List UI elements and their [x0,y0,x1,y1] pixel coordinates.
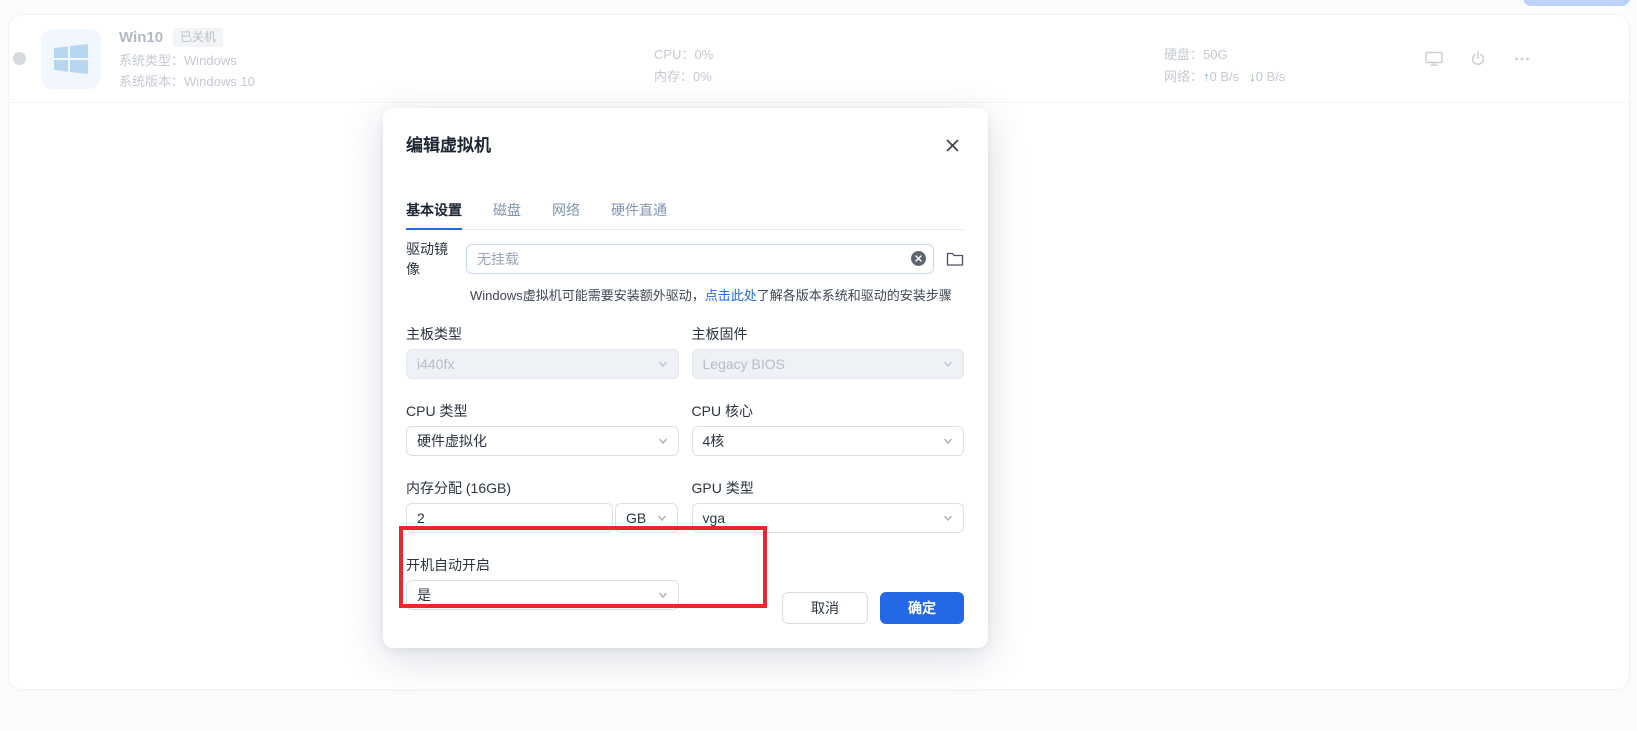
tab-disk[interactable]: 磁盘 [493,202,521,229]
memory-unit-value: GB [626,510,647,526]
chevron-down-icon [657,358,669,370]
board-type-field: 主板类型 i440fx [406,326,679,379]
mem-label: 内存： [654,69,694,84]
disk-value: 50G [1203,47,1228,62]
click-here-link[interactable]: 点击此处 [705,288,757,303]
cpu-cores-label: CPU 核心 [691,403,753,419]
board-firmware-value: Legacy BIOS [702,356,786,372]
os-version-value: Windows 10 [184,74,255,89]
os-type-label: 系统类型： [119,53,185,68]
vm-os-tile [41,28,101,89]
gpu-type-field: GPU 类型 vga [691,480,964,533]
net-stat: 网络：↑0 B/s ↓0 B/s [1164,69,1285,84]
clear-input-button[interactable] [911,251,926,266]
chevron-down-icon [657,589,669,601]
cpu-value: 0% [694,47,714,62]
helper-text-post: 了解各版本系统和驱动的安装步骤 [756,288,952,303]
chevron-down-icon [942,512,954,524]
os-type-value: Windows [184,53,237,68]
board-firmware-field: 主板固件 Legacy BIOS [691,326,964,379]
gpu-type-select[interactable]: vga [691,503,964,533]
disk-net-stats: 硬盘：50G 网络：↑0 B/s ↓0 B/s [1164,47,1285,84]
ellipsis-icon [1514,51,1530,67]
vm-name: Win10 [119,29,164,46]
close-button[interactable] [945,138,960,158]
mem-value: 0% [693,69,712,84]
vm-info: Win10 已关机 系统类型：Windows 系统版本：Windows 10 [119,28,255,89]
topbar-cutoff-button[interactable] [1523,0,1630,6]
board-firmware-label: 主板固件 [691,326,748,342]
os-version-line: 系统版本：Windows 10 [119,74,255,89]
chevron-down-icon [942,435,954,447]
modal-title: 编辑虚拟机 [406,136,491,155]
cpu-type-label: CPU 类型 [406,403,468,419]
windows-logo-icon [54,43,88,74]
net-up-value: 0 B/s [1209,69,1240,84]
power-icon [1470,51,1486,67]
tab-hardware-passthrough[interactable]: 硬件直通 [611,202,667,229]
drive-image-row: 驱动镜像 [406,239,964,279]
drive-image-label: 驱动镜像 [406,241,448,277]
close-icon [945,139,960,157]
more-actions-button[interactable] [1513,51,1531,67]
cpu-cores-select[interactable]: 4核 [691,426,964,456]
net-label: 网络： [1164,69,1204,84]
cpu-cores-field: CPU 核心 4核 [691,403,964,456]
os-version-label: 系统版本： [119,74,185,89]
helper-text-pre: Windows虚拟机可能需要安装额外驱动， [470,288,705,303]
status-dot [13,52,26,65]
power-button[interactable] [1469,51,1487,67]
chevron-down-icon [656,512,668,524]
memory-label: 内存分配 (16GB) [406,480,512,496]
gpu-type-value: vga [702,510,726,526]
status-badge: 已关机 [173,28,224,47]
cpu-type-value: 硬件虚拟化 [417,433,487,449]
browse-folder-button[interactable] [946,251,964,267]
board-firmware-select: Legacy BIOS [691,349,964,379]
tab-network[interactable]: 网络 [552,202,580,229]
memory-input[interactable] [406,503,613,533]
clear-circle-x-icon [911,251,926,270]
auto-start-value: 是 [417,587,431,603]
cpu-type-field: CPU 类型 硬件虚拟化 [406,403,679,456]
cpu-cores-value: 4核 [702,433,725,449]
console-display-button[interactable] [1425,51,1443,67]
board-type-value: i440fx [417,356,455,372]
driver-helper-text: Windows虚拟机可能需要安装额外驱动，点击此处了解各版本系统和驱动的安装步骤 [470,288,964,304]
vm-row[interactable]: Win10 已关机 系统类型：Windows 系统版本：Windows 10 C… [9,15,1629,103]
mem-stat: 内存：0% [654,69,713,84]
cpu-label: CPU： [654,47,695,62]
disk-stat: 硬盘：50G [1164,47,1285,62]
drive-image-input[interactable] [466,244,934,274]
tab-basic-settings[interactable]: 基本设置 [406,202,462,230]
board-type-label: 主板类型 [406,326,462,342]
chevron-down-icon [657,435,669,447]
memory-unit-select[interactable]: GB [615,503,678,533]
cpu-mem-stats: CPU：0% 内存：0% [654,47,713,84]
modal-footer: 取消 确定 [782,592,964,624]
confirm-button[interactable]: 确定 [880,592,964,624]
board-type-select: i440fx [406,349,679,379]
chevron-down-icon [942,358,954,370]
display-icon [1425,51,1443,67]
auto-start-field: 开机自动开启 是 [406,557,679,610]
os-type-line: 系统类型：Windows [119,53,255,68]
disk-label: 硬盘： [1164,47,1204,62]
edit-vm-modal: 编辑虚拟机 基本设置 磁盘 网络 硬件直通 驱动镜像 无挂载 Windows虚拟… [383,108,988,648]
gpu-type-label: GPU 类型 [691,480,754,496]
cancel-button[interactable]: 取消 [782,592,868,624]
auto-start-label: 开机自动开启 [406,557,490,573]
memory-field: 内存分配 (16GB) GB [406,480,679,533]
cpu-stat: CPU：0% [654,47,713,62]
cpu-type-select[interactable]: 硬件虚拟化 [406,426,679,456]
folder-icon [946,252,964,271]
auto-start-select[interactable]: 是 [406,580,679,610]
modal-tabs: 基本设置 磁盘 网络 硬件直通 [406,202,964,230]
vm-actions [1425,51,1531,67]
net-down-value: 0 B/s [1255,69,1286,84]
